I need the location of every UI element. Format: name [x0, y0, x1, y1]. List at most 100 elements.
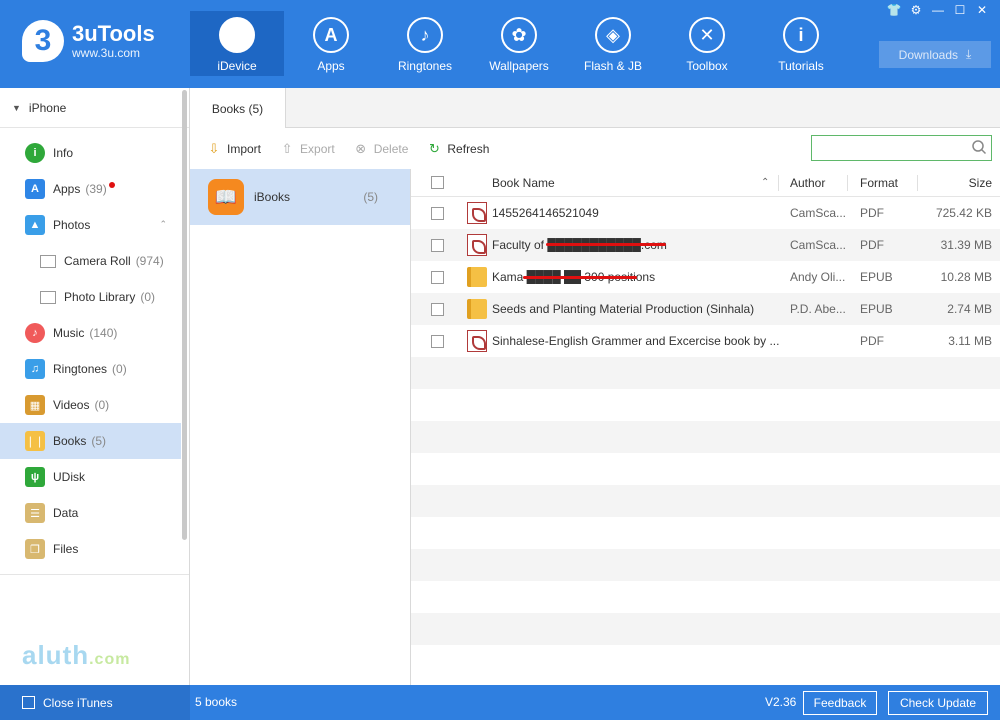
- search-icon[interactable]: [971, 139, 987, 155]
- maximize-icon[interactable]: ☐: [952, 3, 968, 17]
- sidebar-item-label: Photos: [53, 218, 91, 232]
- feedback-button[interactable]: Feedback: [803, 691, 877, 715]
- nav-idevice[interactable]: iDevice: [190, 11, 284, 76]
- app-title: 3uTools: [72, 21, 155, 46]
- nav-apps[interactable]: A Apps: [284, 11, 378, 76]
- row-checkbox[interactable]: [430, 238, 444, 252]
- books-table: Book Name Author Format Size ⌃ 145526414…: [411, 169, 1000, 685]
- table-row[interactable]: Faculty of ███████████.comCamSca...PDF31…: [411, 229, 1000, 261]
- close-itunes-toggle[interactable]: Close iTunes: [0, 685, 190, 720]
- sidebar-item-count: (39): [85, 182, 107, 196]
- sidebar-scrollbar[interactable]: [182, 90, 187, 540]
- cell-name: Seeds and Planting Material Production (…: [492, 302, 755, 316]
- box-icon: ◈: [595, 17, 631, 53]
- delete-icon: ⊗: [355, 140, 367, 156]
- search-input[interactable]: [816, 137, 966, 159]
- empty-row: [411, 389, 1000, 421]
- export-icon: ⇧: [281, 140, 293, 156]
- window-controls: 👕 ⚙ — ☐ ✕: [886, 3, 990, 17]
- close-icon[interactable]: ✕: [974, 3, 990, 17]
- sidebar-item-files[interactable]: ❐ Files: [0, 531, 181, 567]
- table-row[interactable]: Sinhalese-English Grammer and Excercise …: [411, 325, 1000, 357]
- check-update-button[interactable]: Check Update: [888, 691, 988, 715]
- sidebar-item-books[interactable]: ❘❘ Books (5): [0, 423, 181, 459]
- tab-books[interactable]: Books (5): [190, 88, 286, 129]
- sidebar-item-count: (974): [135, 254, 164, 268]
- table-row[interactable]: Kama ████ ██ 300 positionsAndy Oli...EPU…: [411, 261, 1000, 293]
- sidebar-item-music[interactable]: ♪ Music (140): [0, 315, 181, 351]
- film-icon: ▦: [25, 395, 45, 415]
- sidebar-item-info[interactable]: i Info: [0, 135, 181, 171]
- info-icon: i: [25, 143, 45, 163]
- table-row[interactable]: Seeds and Planting Material Production (…: [411, 293, 1000, 325]
- column-size[interactable]: Size: [930, 176, 996, 190]
- sort-up-icon: ⌃: [761, 177, 770, 188]
- cell-size: 2.74 MB: [947, 302, 992, 316]
- sidebar-item-apps[interactable]: A Apps (39): [0, 171, 181, 207]
- cell-format: PDF: [860, 206, 884, 220]
- column-separator: [778, 175, 779, 191]
- category-ibooks[interactable]: 📖 iBooks (5): [190, 169, 410, 225]
- sidebar-item-label: Camera Roll: [64, 254, 131, 268]
- column-book-name[interactable]: Book Name: [491, 176, 790, 190]
- nav-tutorials[interactable]: i Tutorials: [754, 11, 848, 76]
- row-checkbox[interactable]: [430, 206, 444, 220]
- refresh-button[interactable]: ↻ Refresh: [426, 141, 489, 157]
- downloads-button[interactable]: Downloads ⤓: [879, 41, 991, 68]
- sidebar-item-videos[interactable]: ▦ Videos (0): [0, 387, 181, 423]
- nav-flash-jb[interactable]: ◈ Flash & JB: [566, 11, 660, 76]
- triangle-down-icon: ▼: [12, 102, 21, 113]
- pdf-file-icon: [467, 202, 487, 224]
- close-itunes-checkbox[interactable]: [22, 696, 35, 709]
- cell-size: 10.28 MB: [940, 270, 992, 284]
- nav-label: iDevice: [217, 59, 257, 73]
- sidebar-item-camera-roll[interactable]: Camera Roll (974): [0, 243, 181, 279]
- main-nav: iDevice A Apps ♪ Ringtones ✿ Wallpapers ◈ Flash …: [190, 11, 848, 76]
- import-button[interactable]: ⇩ Import: [206, 141, 261, 157]
- column-author[interactable]: Author: [790, 176, 860, 190]
- nav-label: Toolbox: [686, 59, 728, 73]
- sidebar-item-count: (5): [91, 434, 107, 448]
- close-itunes-label: Close iTunes: [43, 695, 113, 710]
- collapse-caret-icon[interactable]: ⌃: [159, 219, 167, 230]
- empty-row: [411, 517, 1000, 549]
- export-button[interactable]: ⇧ Export: [279, 141, 335, 157]
- sidebar-item-count: (0): [140, 290, 156, 304]
- minimize-icon[interactable]: —: [930, 3, 946, 17]
- category-count: (5): [363, 190, 378, 204]
- sidebar-item-label: Videos: [53, 398, 90, 412]
- shirt-icon[interactable]: 👕: [886, 3, 902, 17]
- sidebar-item-ringtones[interactable]: ♫ Ringtones (0): [0, 351, 181, 387]
- nav-label: Wallpapers: [489, 59, 549, 73]
- cell-format: PDF: [860, 238, 884, 252]
- refresh-icon: ↻: [428, 140, 440, 156]
- books-count: 5 books: [195, 695, 238, 709]
- sidebar-item-data[interactable]: ☰ Data: [0, 495, 181, 531]
- cell-author: Andy Oli...: [790, 270, 846, 284]
- epub-book-icon: [467, 299, 487, 319]
- row-checkbox[interactable]: [430, 334, 444, 348]
- nav-wallpapers[interactable]: ✿ Wallpapers: [472, 11, 566, 76]
- sidebar-item-photos[interactable]: ▲ Photos ⌃: [0, 207, 181, 243]
- delete-button[interactable]: ⊗ Delete: [353, 140, 408, 157]
- nav-toolbox[interactable]: ✕ Toolbox: [660, 11, 754, 76]
- device-selector[interactable]: ▼ iPhone: [0, 88, 189, 128]
- column-format[interactable]: Format: [860, 176, 930, 190]
- category-label: iBooks: [254, 190, 291, 204]
- search-box[interactable]: [811, 135, 992, 161]
- sidebar-item-photo-library[interactable]: Photo Library (0): [0, 279, 181, 315]
- nav-ringtones[interactable]: ♪ Ringtones: [378, 11, 472, 76]
- flower-icon: ✿: [501, 17, 537, 53]
- row-checkbox[interactable]: [430, 302, 444, 316]
- sidebar-item-udisk[interactable]: ψ UDisk: [0, 459, 181, 495]
- sidebar-item-label: Data: [53, 506, 79, 520]
- row-checkbox[interactable]: [430, 270, 444, 284]
- sidebar-item-count: (0): [94, 398, 110, 412]
- usb-icon: ψ: [25, 467, 45, 487]
- select-all-checkbox[interactable]: [430, 176, 444, 189]
- data-icon: ☰: [25, 503, 45, 523]
- download-arrow-icon: ⤓: [966, 47, 972, 61]
- gear-icon[interactable]: ⚙: [908, 3, 924, 17]
- tab-bar: Books (5): [190, 88, 1000, 129]
- table-row[interactable]: 1455264146521049 CamSca... PDF 725.42 KB: [411, 197, 1000, 229]
